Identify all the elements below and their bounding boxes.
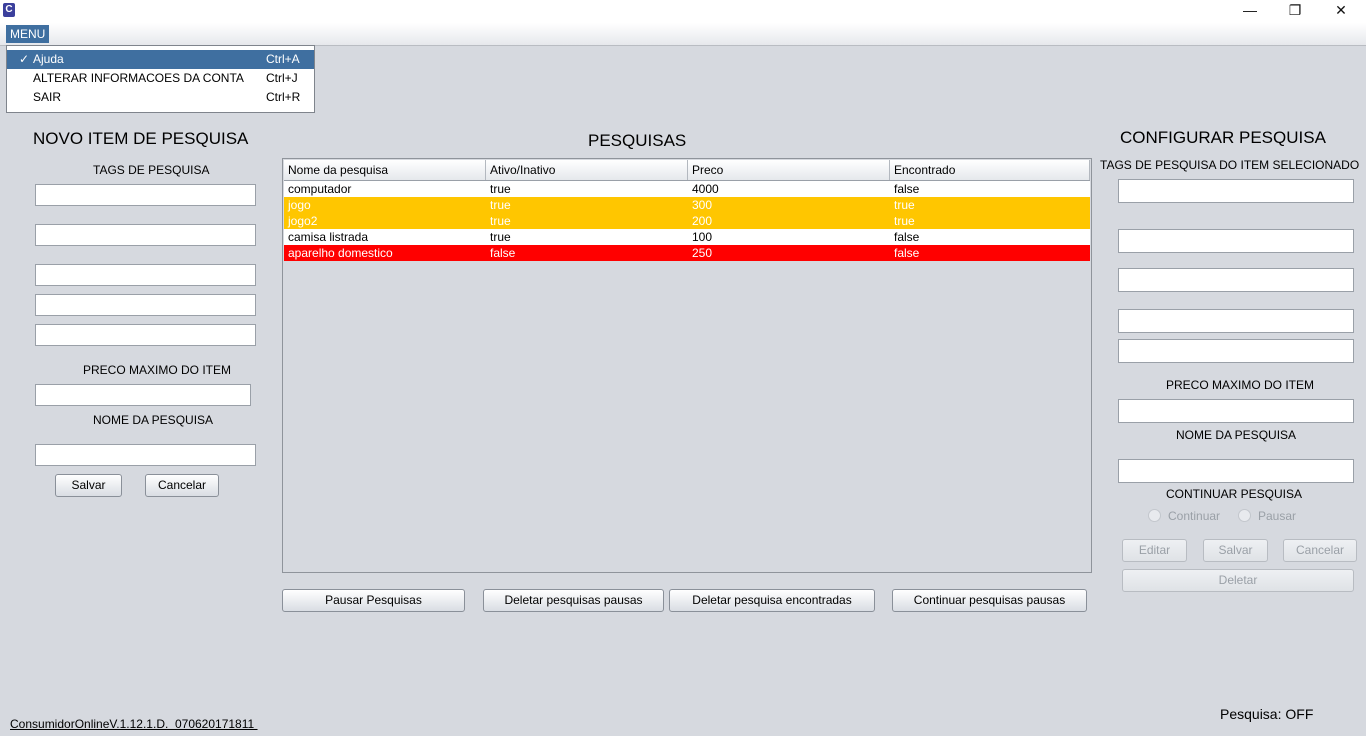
restore-button[interactable]: ❐: [1272, 0, 1318, 23]
selected-tags-label: TAGS DE PESQUISA DO ITEM SELECIONADO: [1100, 158, 1360, 172]
menu-item-shortcut: Ctrl+R: [266, 90, 301, 104]
cell-name: aparelho domestico: [288, 246, 393, 260]
cancel-button[interactable]: Cancelar: [145, 474, 219, 497]
table-row[interactable]: camisa listrada true 100 false: [284, 229, 1090, 245]
continue-paused-button[interactable]: Continuar pesquisas pausas: [892, 589, 1087, 612]
minimize-button[interactable]: —: [1227, 0, 1273, 23]
menu-button[interactable]: MENU: [6, 25, 50, 43]
edit-button[interactable]: Editar: [1122, 539, 1187, 562]
selected-save-button[interactable]: Salvar: [1203, 539, 1268, 562]
selected-tag-field-2[interactable]: [1118, 229, 1354, 253]
tag-field-4[interactable]: [35, 294, 256, 316]
pause-searches-button[interactable]: Pausar Pesquisas: [282, 589, 465, 612]
cell-found: false: [894, 246, 920, 260]
menu-dropdown: ✓ Ajuda Ctrl+A ALTERAR INFORMACOES DA CO…: [6, 45, 315, 113]
cell-found: true: [894, 198, 915, 212]
new-item-title: NOVO ITEM DE PESQUISA: [33, 129, 249, 148]
table-row[interactable]: computador true 4000 false: [284, 181, 1090, 197]
selected-tag-field-4[interactable]: [1118, 309, 1354, 333]
searches-title: PESQUISAS: [588, 131, 687, 150]
cell-price: 4000: [692, 182, 719, 196]
continue-search-label: CONTINUAR PESQUISA: [1166, 487, 1303, 501]
column-header-preco[interactable]: Preco: [688, 160, 890, 180]
cell-found: true: [894, 214, 915, 228]
cell-price: 100: [692, 230, 713, 244]
menu-bar: MENU: [0, 23, 1366, 46]
cell-active: false: [490, 246, 516, 260]
max-price-field[interactable]: [35, 384, 251, 406]
search-status: Pesquisa: OFF: [1220, 706, 1314, 722]
delete-paused-button[interactable]: Deletar pesquisas pausas: [483, 589, 664, 612]
search-name-label: NOME DA PESQUISA: [93, 413, 214, 427]
configure-search-title: CONFIGURAR PESQUISA: [1120, 128, 1326, 147]
tag-field-3[interactable]: [35, 264, 256, 286]
tag-field-5[interactable]: [35, 324, 256, 346]
pause-radio-label: Pausar: [1258, 509, 1297, 523]
cell-name: camisa listrada: [288, 230, 369, 244]
selected-tag-field-1[interactable]: [1118, 179, 1354, 203]
tag-field-1[interactable]: [35, 184, 256, 206]
tags-label: TAGS DE PESQUISA: [93, 163, 210, 177]
menu-item-alterar-informacoes[interactable]: ALTERAR INFORMACOES DA CONTA Ctrl+J: [7, 69, 314, 88]
continue-radio-label: Continuar: [1168, 509, 1221, 523]
title-bar: C — ❐ ✕: [0, 0, 1366, 23]
selected-tag-field-5[interactable]: [1118, 339, 1354, 363]
cell-active: true: [490, 214, 511, 228]
cell-price: 200: [692, 214, 713, 228]
max-price-label: PRECO MAXIMO DO ITEM: [83, 363, 232, 377]
delete-found-button[interactable]: Deletar pesquisa encontradas: [669, 589, 875, 612]
selected-max-price-field[interactable]: [1118, 399, 1354, 423]
save-button[interactable]: Salvar: [55, 474, 122, 497]
menu-item-shortcut: Ctrl+A: [266, 52, 300, 66]
cell-price: 250: [692, 246, 713, 260]
table-row[interactable]: aparelho domestico false 250 false: [284, 245, 1090, 261]
check-icon: ✓: [19, 52, 30, 66]
table-row[interactable]: jogo2 true 200 true: [284, 213, 1090, 229]
menu-item-sair[interactable]: SAIR Ctrl+R: [7, 88, 314, 107]
app-icon: C: [3, 3, 15, 17]
cell-active: true: [490, 182, 511, 196]
cell-found: false: [894, 230, 920, 244]
continue-radio[interactable]: [1148, 509, 1161, 522]
cell-name: computador: [288, 182, 352, 196]
cell-price: 300: [692, 198, 713, 212]
menu-item-shortcut: Ctrl+J: [266, 71, 298, 85]
menu-item-label: SAIR: [33, 90, 62, 104]
menu-item-ajuda[interactable]: ✓ Ajuda Ctrl+A: [7, 50, 314, 69]
selected-tag-field-3[interactable]: [1118, 268, 1354, 292]
cell-found: false: [894, 182, 920, 196]
menu-item-label: Ajuda: [33, 52, 64, 66]
table-row[interactable]: jogo true 300 true: [284, 197, 1090, 213]
tag-field-2[interactable]: [35, 224, 256, 246]
close-button[interactable]: ✕: [1318, 0, 1364, 23]
selected-max-price-label: PRECO MAXIMO DO ITEM: [1166, 378, 1315, 392]
selected-cancel-button[interactable]: Cancelar: [1283, 539, 1357, 562]
searches-table[interactable]: Nome da pesquisa Ativo/Inativo Preco Enc…: [282, 158, 1092, 573]
column-header-ativo[interactable]: Ativo/Inativo: [486, 160, 688, 180]
table-header: Nome da pesquisa Ativo/Inativo Preco Enc…: [284, 160, 1090, 181]
cell-name: jogo: [288, 198, 311, 212]
cell-name: jogo2: [288, 214, 318, 228]
version-link[interactable]: ConsumidorOnlineV.1.12.1.D. 070620171811: [10, 717, 258, 731]
selected-search-name-label: NOME DA PESQUISA: [1176, 428, 1297, 442]
delete-button[interactable]: Deletar: [1122, 569, 1354, 592]
column-header-nome[interactable]: Nome da pesquisa: [284, 160, 486, 180]
column-header-encontrado[interactable]: Encontrado: [890, 160, 1090, 180]
menu-item-label: ALTERAR INFORMACOES DA CONTA: [33, 71, 244, 85]
cell-active: true: [490, 230, 511, 244]
search-name-field[interactable]: [35, 444, 256, 466]
selected-search-name-field[interactable]: [1118, 459, 1354, 483]
cell-active: true: [490, 198, 511, 212]
pause-radio[interactable]: [1238, 509, 1251, 522]
